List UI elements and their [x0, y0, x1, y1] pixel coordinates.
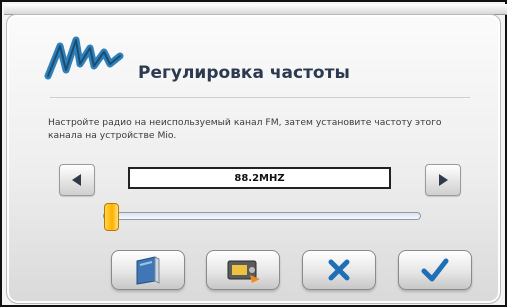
confirm-button[interactable]: [398, 250, 472, 290]
radio-icon: [227, 260, 260, 283]
cancel-button[interactable]: [302, 250, 376, 290]
left-arrow-icon: [72, 174, 81, 186]
page-title: Регулировка частоты: [138, 63, 350, 83]
frequency-slider-track[interactable]: [103, 212, 421, 220]
decrease-frequency-button[interactable]: [59, 164, 95, 196]
title-divider: [50, 97, 470, 98]
frequency-display: 88.2MHZ: [128, 167, 391, 189]
book-button[interactable]: [111, 250, 185, 290]
increase-frequency-button[interactable]: [425, 164, 461, 196]
mio-logo-icon: [44, 36, 124, 80]
book-icon: [136, 256, 160, 285]
radio-button[interactable]: [206, 250, 280, 290]
frequency-slider-thumb[interactable]: [104, 203, 119, 231]
checkmark-icon: [421, 258, 449, 282]
close-icon: [328, 259, 350, 281]
right-arrow-icon: [439, 174, 448, 186]
instruction-text: Настройте радио на неиспользуемый канал …: [48, 117, 442, 141]
